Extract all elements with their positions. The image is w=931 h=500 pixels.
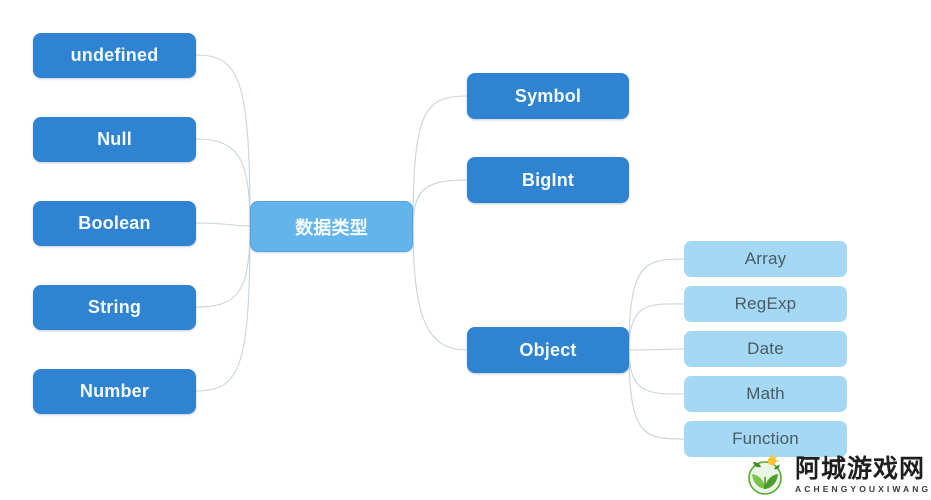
node-label: RegExp: [734, 294, 797, 313]
node-label: Null: [97, 129, 132, 149]
watermark: 阿城游戏网 ACHENGYOUXIWANG: [744, 450, 931, 500]
node-bigint[interactable]: BigInt: [467, 157, 629, 203]
edge-string: [195, 225, 251, 308]
edge-date: [628, 348, 685, 351]
node-date[interactable]: Date: [684, 331, 847, 367]
watermark-subtitle: ACHENGYOUXIWANG: [795, 484, 931, 495]
node-label: Function: [732, 429, 799, 448]
edge-symbol: [412, 95, 468, 227]
edge-bigint: [412, 179, 468, 227]
node-label: Number: [79, 381, 150, 401]
node-label: Object: [519, 339, 577, 360]
node-object[interactable]: Object: [467, 327, 629, 373]
node-null[interactable]: Null: [33, 117, 196, 162]
edge-function: [628, 349, 685, 440]
node-number[interactable]: Number: [33, 369, 196, 414]
watermark-title: 阿城游戏网: [795, 454, 926, 484]
node-label: String: [87, 297, 142, 317]
edge-boolean: [195, 222, 251, 227]
node-label: Symbol: [514, 85, 582, 106]
edge-number: [195, 225, 251, 392]
node-array[interactable]: Array: [684, 241, 847, 277]
node-root[interactable]: 数据类型: [250, 201, 413, 252]
node-label: Array: [744, 249, 787, 268]
node-label: Boolean: [78, 213, 151, 233]
edge-math: [628, 349, 685, 395]
node-string[interactable]: String: [33, 285, 196, 330]
node-regexp[interactable]: RegExp: [684, 286, 847, 322]
watermark-text: 阿城游戏网 ACHENGYOUXIWANG: [795, 456, 931, 494]
edge-undefined: [195, 54, 251, 227]
edge-array: [628, 258, 685, 351]
node-boolean[interactable]: Boolean: [33, 201, 196, 246]
node-label: Math: [746, 384, 785, 403]
node-undefined[interactable]: undefined: [33, 33, 196, 78]
node-label: BigInt: [521, 169, 575, 190]
node-label: undefined: [70, 45, 159, 65]
edge-regexp: [628, 303, 685, 351]
node-label: Date: [747, 339, 784, 358]
node-symbol[interactable]: Symbol: [467, 73, 629, 119]
node-label: 数据类型: [295, 217, 368, 238]
mindmap-canvas: 数据类型 undefined Null Boolean String Numbe…: [0, 0, 931, 500]
leaf-sun-logo-icon: [748, 453, 782, 495]
node-math[interactable]: Math: [684, 376, 847, 412]
edge-object: [412, 225, 468, 351]
edge-null: [195, 138, 251, 227]
